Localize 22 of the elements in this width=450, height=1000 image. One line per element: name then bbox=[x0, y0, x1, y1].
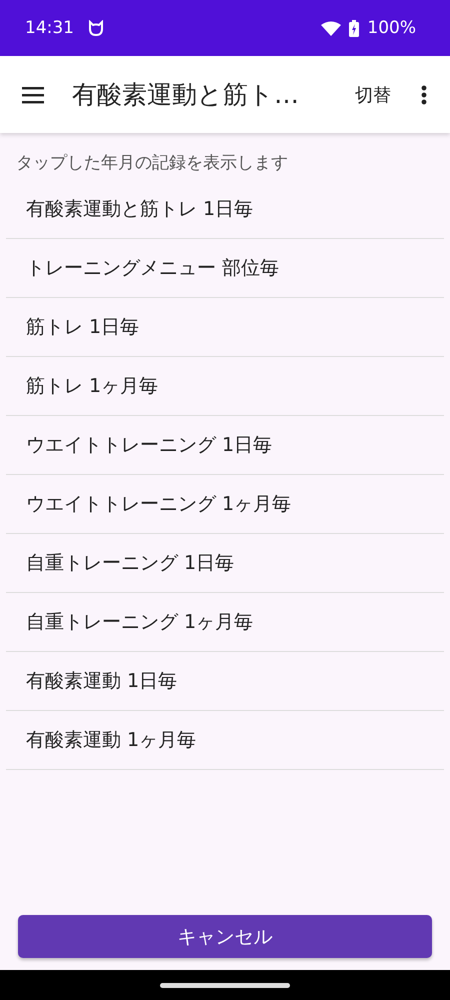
battery-icon bbox=[349, 20, 360, 36]
app-title: 有酸素運動と筋ト… bbox=[72, 79, 300, 111]
list-item[interactable]: 自重トレーニング 1ヶ月毎 bbox=[6, 593, 444, 652]
cancel-button[interactable]: キャンセル bbox=[18, 915, 432, 958]
list-item[interactable]: 有酸素運動と筋トレ 1日毎 bbox=[6, 180, 444, 239]
battery-level: 100% bbox=[367, 18, 416, 38]
list-item[interactable]: 有酸素運動 1ヶ月毎 bbox=[6, 711, 444, 770]
list-item[interactable]: ウエイトトレーニング 1ヶ月毎 bbox=[6, 475, 444, 534]
clock: 14:31 bbox=[25, 18, 74, 38]
list-item[interactable]: 自重トレーニング 1日毎 bbox=[6, 534, 444, 593]
wifi-icon bbox=[321, 20, 342, 36]
home-handle[interactable] bbox=[160, 982, 290, 988]
list-item[interactable]: 筋トレ 1ヶ月毎 bbox=[6, 357, 444, 416]
switch-button[interactable]: 切替 bbox=[349, 78, 397, 110]
list-item[interactable]: 有酸素運動 1日毎 bbox=[6, 652, 444, 711]
hint-text: タップした年月の記録を表示します bbox=[15, 152, 289, 175]
more-options-icon[interactable] bbox=[421, 84, 427, 104]
list-item[interactable]: 筋トレ 1日毎 bbox=[6, 298, 444, 357]
list-item[interactable]: ウエイトトレーニング 1日毎 bbox=[6, 416, 444, 475]
menu-icon[interactable] bbox=[22, 86, 44, 104]
cat-face-icon bbox=[88, 20, 104, 36]
list-item[interactable]: トレーニングメニュー 部位毎 bbox=[6, 239, 444, 298]
